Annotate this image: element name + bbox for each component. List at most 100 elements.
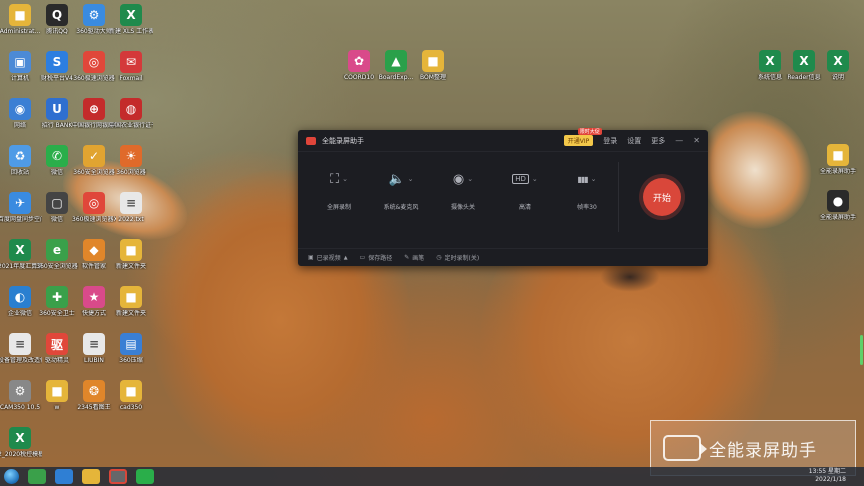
start-record-button[interactable]: 开始	[643, 178, 681, 216]
desktop-icon[interactable]: ☀ 360浏览器	[111, 145, 151, 176]
settings-button[interactable]: 设置	[627, 136, 641, 146]
tool-fullscreen[interactable]: ⛶ ⌄ 全屏录制	[308, 170, 370, 212]
desktop-icon[interactable]: ▣ 计算机	[0, 51, 40, 82]
close-button[interactable]: ✕	[693, 136, 700, 145]
taskbar-app-ie[interactable]	[55, 469, 73, 484]
desktop-icon[interactable]: ≡ LIUBIN	[74, 333, 114, 364]
title-bar[interactable]: 全能录屏助手 限时大促 开通VIP 登录 设置 更多 — ✕	[298, 128, 708, 152]
desktop-icon[interactable]: ≡ 2022.txt	[111, 192, 151, 223]
tool-hd[interactable]: HD ⌄ 高清	[494, 170, 556, 211]
desktop-icon[interactable]: ❂ 2345看图王	[74, 380, 114, 411]
desktop-icon[interactable]: ✿ COORD10	[339, 50, 379, 81]
desktop-icon[interactable]: X2021年度汇算清缴改考核清单	[0, 239, 42, 270]
bottom-timer[interactable]: ◷ 定时录制(关)	[436, 253, 479, 262]
desktop-icon[interactable]: X 2_2020税控模板(完善	[0, 427, 42, 458]
desktop-icon[interactable]: ✈百度网盘同步空间	[0, 192, 42, 223]
bank-icon: U	[46, 98, 68, 120]
system-clock[interactable]: 13:55 星期二 2022/1/18	[809, 468, 846, 484]
chevron-down-icon[interactable]: ⌄	[408, 175, 414, 183]
bottom-pen[interactable]: ✎ 画笔	[404, 253, 424, 262]
desktop-icon[interactable]: ◎ 360极速浏览器X	[72, 192, 116, 223]
excel-icon: X	[9, 239, 31, 261]
tool-speaker[interactable]: 🔈 ⌄ 系统&麦克风	[370, 170, 432, 212]
desktop-icon[interactable]: ◍ 中国农业银行证书	[109, 98, 153, 129]
desktop-icon[interactable]: ◐ 企业微信	[0, 286, 40, 317]
desktop-icon[interactable]: ■ cad350	[111, 380, 151, 411]
desktop-icon[interactable]: ◎ 360极速浏览器	[73, 51, 115, 82]
chevron-down-icon[interactable]: ⌄	[591, 175, 597, 183]
speaker-icon: 🔈	[388, 171, 405, 187]
desktop-icon[interactable]: ≡设备管理及改造修改	[0, 333, 42, 364]
board-icon: ▲	[385, 50, 407, 72]
desktop-icon[interactable]: ▢ 微信	[37, 192, 77, 223]
desktop-icon[interactable]: ■ 全能录屏助手	[818, 144, 858, 175]
recorder-logo-icon	[306, 136, 316, 145]
desktop-icon[interactable]: S 财税平台V4	[37, 51, 77, 82]
desktop-icon[interactable]: ✓ 360安全浏览器	[73, 145, 115, 176]
tool-row: ⛶ ⌄ 全屏录制 🔈 ⌄ 系统&麦克风 ◉ ⌄ 摄像头关 HD ⌄ 高清 ▮▮▮ ⌄ 帧率30	[308, 170, 618, 212]
tool-label: 系统&麦克风	[383, 204, 419, 211]
recorder-icon: ●	[827, 190, 849, 212]
desktop-icon[interactable]: 驱驱动精灵	[37, 333, 77, 364]
app-title: 全能录屏助手	[322, 136, 364, 145]
tool-control[interactable]: HD ⌄	[512, 170, 538, 188]
taskbar-app-recorder[interactable]	[109, 469, 127, 484]
tool-label: 高清	[518, 204, 531, 211]
tool-control[interactable]: ▮▮▮ ⌄	[577, 170, 596, 188]
wecom-icon: ◐	[9, 286, 31, 308]
desktop-icon[interactable]: ■ BOM整理	[413, 50, 453, 81]
desktop-icon[interactable]: Q 腾讯QQ	[37, 4, 77, 35]
vip-button[interactable]: 限时大促 开通VIP	[563, 128, 602, 146]
tax-icon: S	[46, 51, 68, 73]
desktop-icon[interactable]: ◉ 网络	[0, 98, 40, 129]
desktop-icon[interactable]: ■ Administrat...	[0, 4, 40, 35]
cam350-icon: ⚙	[9, 380, 31, 402]
software-manager-icon: ◆	[83, 239, 105, 261]
start-button[interactable]	[4, 469, 19, 484]
desktop-icon[interactable]: ▤ 360压缩	[111, 333, 151, 364]
desktop-icon[interactable]: ● 全能录屏助手	[818, 190, 858, 221]
taskbar-app-wechat[interactable]	[136, 469, 154, 484]
desktop-icon[interactable]: ◆ 软件管家	[74, 239, 114, 270]
more-button[interactable]: 更多	[651, 136, 665, 146]
chevron-down-icon[interactable]: ⌄	[467, 175, 473, 183]
desktop-icon[interactable]: X 新建 XLS 工作表.xls	[109, 4, 153, 35]
desktop-icon[interactable]: ♻ 回收站	[0, 145, 40, 176]
minimize-button[interactable]: —	[675, 136, 683, 145]
bottom-folder-path[interactable]: ▭ 保存路径	[360, 253, 393, 262]
chevron-down-icon[interactable]: ⌄	[342, 175, 348, 183]
desktop-icon[interactable]: ⚙ CAM350 10.5	[0, 380, 40, 411]
webcam-icon: ◉	[452, 171, 465, 187]
desktop-icon[interactable]: e 360安全浏览器	[36, 239, 78, 270]
tool-webcam[interactable]: ◉ ⌄ 摄像头关	[432, 170, 494, 212]
desktop-icon[interactable]: ▲ BoardExp...	[376, 50, 416, 81]
chevron-down-icon[interactable]: ⌄	[532, 175, 538, 183]
desktop-icon[interactable]: U 招行 BANK	[37, 98, 77, 129]
desktop-icon-label: cad350	[119, 404, 143, 411]
doc-icon: ≡	[83, 333, 105, 355]
desktop-icon[interactable]: ■ 新建文件夹	[111, 286, 151, 317]
desktop-icon[interactable]: X 说明	[818, 50, 858, 81]
desktop-icon[interactable]: ✆ 微信	[37, 145, 77, 176]
tool-control[interactable]: ⛶ ⌄	[330, 170, 348, 188]
desktop-icon-label: 新建文件夹	[115, 263, 146, 270]
tool-control[interactable]: ◉ ⌄	[453, 170, 473, 188]
taskbar-app-explorer[interactable]	[82, 469, 100, 484]
fullscreen-icon: ⛶	[330, 171, 340, 187]
taskbar-app-360[interactable]	[28, 469, 46, 484]
tool-framerate[interactable]: ▮▮▮ ⌄ 帧率30	[556, 170, 618, 212]
driver-icon: ⚙	[83, 4, 105, 26]
desktop-icon[interactable]: ■ 新建文件夹	[111, 239, 151, 270]
login-button[interactable]: 登录	[603, 136, 617, 146]
desktop-icon[interactable]: ✉ Foxmail	[111, 51, 151, 82]
desktop-icon[interactable]: ■ w	[37, 380, 77, 411]
desktop-icon[interactable]: ⊕ 中国银行网银助手	[72, 98, 116, 129]
coord-icon: ✿	[348, 50, 370, 72]
tool-label: 全屏录制	[326, 204, 351, 211]
bottom-video-list[interactable]: ▣ 已录视频 ▲	[308, 253, 348, 262]
tool-control[interactable]: 🔈 ⌄	[388, 170, 413, 188]
desktop-icon[interactable]: ⚙ 360驱动大师	[74, 4, 114, 35]
browser-icon: ☀	[120, 145, 142, 167]
desktop-icon[interactable]: ✚ 360安全卫士	[37, 286, 77, 317]
desktop-icon[interactable]: ★ 快捷方式	[74, 286, 114, 317]
